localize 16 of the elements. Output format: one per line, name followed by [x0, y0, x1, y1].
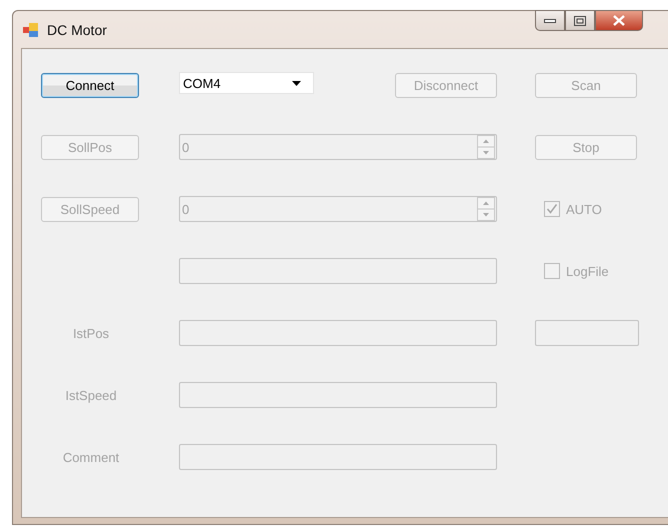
push-button[interactable]: Connect	[41, 72, 139, 98]
app-icon	[23, 22, 39, 38]
checkbox-icon	[544, 201, 560, 217]
maximize-icon	[574, 16, 586, 26]
close-icon	[613, 15, 625, 26]
port-dropdown[interactable]: COM4	[179, 72, 314, 94]
window-title: DC Motor	[47, 22, 107, 38]
checkbox-icon	[544, 263, 560, 279]
field-label: IstSpeed	[64, 388, 118, 402]
minimize-button[interactable]	[535, 10, 565, 31]
field-label: Comment	[62, 450, 120, 464]
caret-icon	[292, 80, 301, 86]
minimize-icon	[544, 18, 556, 22]
field-label: IstPos	[72, 326, 110, 340]
close-button[interactable]	[595, 10, 643, 31]
maximize-button[interactable]	[565, 10, 595, 31]
